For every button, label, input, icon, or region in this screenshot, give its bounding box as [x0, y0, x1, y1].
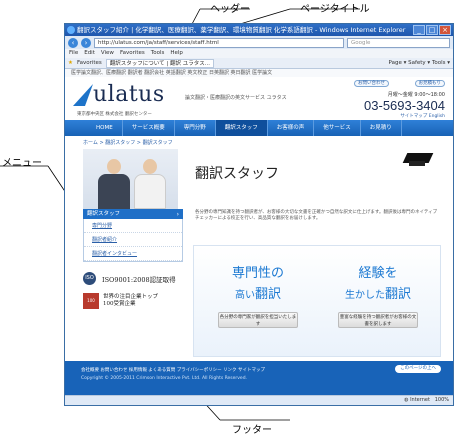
side-menu-item-fields[interactable]: 専門分野	[84, 219, 182, 233]
search-input[interactable]: Google	[347, 37, 450, 48]
window-titlebar[interactable]: 翻訳スタッフ紹介 | 化学翻訳、医療翻訳、薬学翻訳、環境物質翻訳 化学系語翻訳 …	[65, 24, 453, 36]
award-label-line1: 世界の注目企業トップ	[103, 294, 159, 300]
close-button[interactable]: ×	[439, 25, 451, 35]
banner-expertise-sub: 高い	[234, 290, 255, 301]
menu-annotation: メニュー	[2, 158, 42, 169]
favorites-bar: ★ Favorites 翻訳スタッフについて | 翻訳 ユラタス... Page…	[65, 58, 453, 69]
award-label-line2: 100受賞企業	[103, 301, 136, 307]
side-menu-heading[interactable]: 翻訳スタッフ ›	[83, 209, 183, 219]
footer-links[interactable]: 会社概要 お問い合わせ 採用情報 よくある質問 プライバシーポリシー リンク サ…	[81, 367, 265, 373]
zoom-level[interactable]: 100%	[435, 397, 449, 403]
menu-favorites[interactable]: Favorites	[120, 49, 145, 58]
footer-copyright: Copyright © 2005-2011 Crimson Interactiv…	[81, 376, 247, 381]
page-title-annotation: ページタイトル	[300, 4, 370, 15]
breadcrumb[interactable]: ホーム > 翻訳スタッフ > 翻訳スタッフ	[83, 139, 173, 146]
menu-tools[interactable]: Tools	[151, 49, 165, 58]
menu-help[interactable]: Help	[170, 49, 183, 58]
top-keyword-links: 医学論文翻訳、医療翻訳 翻訳者 翻訳会社 英語翻訳 英文校正 日英翻訳 英日翻訳…	[65, 69, 453, 77]
logo-text: ulatus	[93, 82, 165, 107]
header-annotation: ヘッダー	[210, 4, 250, 15]
nav-quote[interactable]: お見積り	[361, 120, 402, 136]
iso-label: ISO9001:2008認証取得	[102, 275, 176, 284]
banner-experience-word: 翻訳	[384, 287, 411, 302]
header-sub-links[interactable]: サイトマップ English	[400, 113, 445, 119]
banner-expertise-heading: 専門性の	[231, 266, 284, 281]
nav-home[interactable]: HOME	[87, 120, 123, 136]
status-bar: ◍ Internet 100%	[65, 395, 453, 405]
site-tagline: 論文翻訳・医療翻訳の英文サービス ユラタス	[185, 95, 287, 101]
nav-testimonials[interactable]: お客様の声	[268, 120, 315, 136]
iso-seal-icon: ISO	[83, 272, 96, 285]
quote-button[interactable]: お見積もり	[414, 80, 445, 87]
browser-menubar: File Edit View Favorites Tools Help	[65, 49, 453, 58]
ie-logo-icon	[67, 26, 75, 34]
chevron-right-icon: ›	[176, 211, 179, 218]
site-header: ulatus 論文翻訳・医療翻訳の英文サービス ユラタス お問い合わせ お見積も…	[65, 77, 453, 119]
forward-button[interactable]: ›	[81, 37, 91, 48]
staff-photo	[83, 149, 178, 209]
site-footer: 会社概要 お問い合わせ 採用情報 よくある質問 プライバシーポリシー リンク サ…	[65, 361, 453, 395]
banner-experience: 経験を 生かした翻訳 豊富な経験を持つ翻訳者がお客様の文書を訳します	[322, 262, 434, 328]
global-navigation: HOME サービス概要 専門分野 翻訳スタッフ お客様の声 他サービス お見積り	[65, 120, 453, 136]
globe-icon: ◍	[404, 397, 409, 403]
url-input[interactable]: http://ulatus.com/ja/staff/services/staf…	[94, 37, 344, 48]
minimize-button[interactable]: _	[413, 25, 425, 35]
nav-staff[interactable]: 翻訳スタッフ	[215, 120, 268, 136]
logo-mark-icon	[72, 83, 94, 106]
nav-services[interactable]: サービス概要	[123, 120, 175, 136]
side-menu: 翻訳スタッフ › 専門分野 翻訳者紹介 翻訳者インタビュー ISO ISO900…	[83, 209, 183, 309]
menu-edit[interactable]: Edit	[84, 49, 95, 58]
expertise-button[interactable]: 各分野の専門家が翻訳を担当いたします	[218, 312, 298, 328]
banner-experience-heading: 経験を	[358, 266, 398, 281]
security-zone: Internet	[410, 397, 430, 403]
nav-fields[interactable]: 専門分野	[175, 120, 216, 136]
back-to-top-button[interactable]: このページの上へ	[395, 365, 441, 373]
experience-button[interactable]: 豊富な経験を持つ翻訳者がお客様の文書を訳します	[338, 312, 418, 328]
menu-view[interactable]: View	[101, 49, 114, 58]
side-menu-item-interview[interactable]: 翻訳者インタビュー	[84, 247, 182, 261]
iso-certification: ISO ISO9001:2008認証取得	[83, 272, 183, 285]
menu-file[interactable]: File	[69, 49, 78, 58]
company-info: 東京都中央区 株式会社 翻訳センター	[77, 112, 152, 117]
page-title: 翻訳スタッフ	[195, 166, 279, 182]
nav-other-services[interactable]: 他サービス	[314, 120, 361, 136]
banner-experience-sub: 生かした	[344, 290, 385, 301]
award-badge: 100 世界の注目企業トップ 100受賞企業	[83, 293, 183, 309]
intro-text: 各分野の専門知識を持つ翻訳者が、お客様の大切な文書を正確かつ自然な訳文に仕上げま…	[195, 210, 438, 221]
feature-banner: 専門性の 高い翻訳 各分野の専門家が翻訳を担当いたします 経験を 生かした翻訳 …	[193, 245, 441, 357]
business-hours: 月曜〜金曜 9:00〜18:00	[387, 92, 445, 98]
contact-button[interactable]: お問い合わせ	[354, 80, 389, 87]
favorites-star-icon[interactable]: ★	[68, 60, 73, 66]
side-menu-item-translators[interactable]: 翻訳者紹介	[84, 233, 182, 247]
favorites-label[interactable]: Favorites	[77, 60, 102, 66]
banner-expertise-word: 翻訳	[254, 287, 281, 302]
phone-number: 03-5693-3404	[364, 98, 445, 113]
back-button[interactable]: ‹	[68, 37, 78, 48]
page-hero: 翻訳スタッフ	[83, 149, 439, 209]
window-title: 翻訳スタッフ紹介 | 化学翻訳、医療翻訳、薬学翻訳、環境物質翻訳 化学系語翻訳 …	[77, 26, 406, 34]
maximize-button[interactable]: □	[426, 25, 438, 35]
address-bar: ‹ › http://ulatus.com/ja/staff/services/…	[65, 36, 453, 49]
web-page: 医学論文翻訳、医療翻訳 翻訳者 翻訳会社 英語翻訳 英文校正 日英翻訳 英日翻訳…	[65, 69, 453, 395]
browser-window: 翻訳スタッフ紹介 | 化学翻訳、医療翻訳、薬学翻訳、環境物質翻訳 化学系語翻訳 …	[64, 23, 454, 406]
award-seal-icon: 100	[83, 293, 99, 309]
toolbar-commands[interactable]: Page ▾ Safety ▾ Tools ▾	[389, 60, 450, 66]
side-menu-heading-label: 翻訳スタッフ	[87, 211, 121, 217]
browser-tab[interactable]: 翻訳スタッフについて | 翻訳 ユラタス...	[105, 58, 214, 68]
banner-expertise: 専門性の 高い翻訳 各分野の専門家が翻訳を担当いたします	[202, 262, 314, 328]
graduation-cap-base	[409, 161, 425, 166]
site-logo[interactable]: ulatus	[72, 82, 165, 107]
